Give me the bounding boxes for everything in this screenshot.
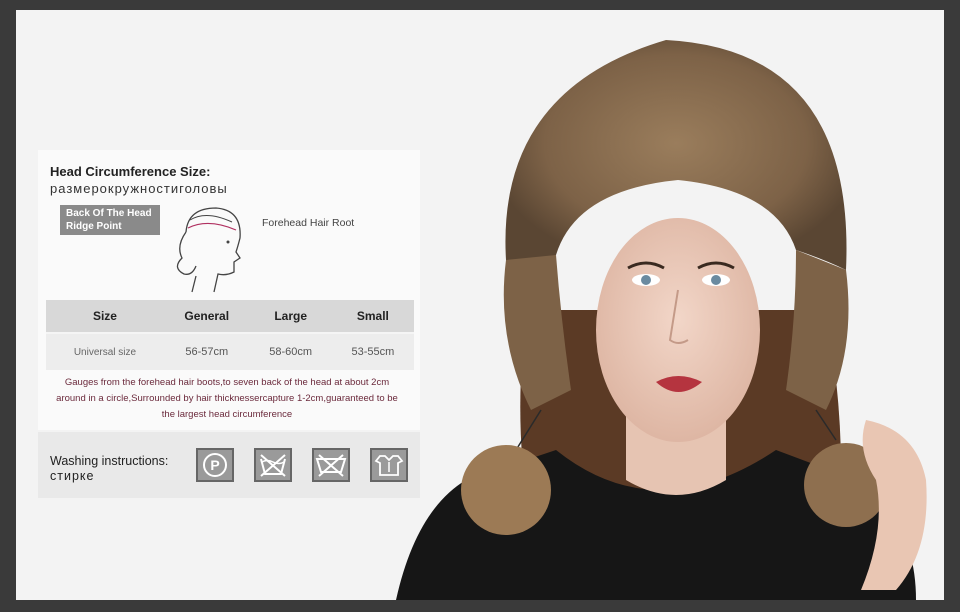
product-image-frame: Head Circumference Size: размерокружност… (16, 10, 944, 600)
do-not-bleach-icon (312, 448, 350, 482)
model-photo (396, 40, 927, 600)
gauge-instructions: Gauges from the forehead hair boots,to s… (56, 377, 398, 420)
back-of-head-label: Back Of The Head Ridge Point (60, 205, 160, 235)
washing-label-ru: стирке (50, 469, 95, 483)
small-col-header: Small (331, 300, 414, 334)
general-cell: 56-57cm (163, 333, 250, 370)
dry-clean-p-icon: P (196, 448, 234, 482)
head-sketch-icon (176, 207, 241, 293)
size-table-header-row: Size General Large Small (46, 300, 414, 334)
size-cell: Universal size (46, 333, 164, 370)
general-col-header: General (163, 300, 250, 334)
table-row: Universal size 56-57cm 58-60cm 53-55cm (46, 333, 414, 370)
tumble-dry-icon (370, 448, 408, 482)
washing-panel: Washing instructions: стирке P (38, 432, 420, 498)
do-not-wash-icon (254, 448, 292, 482)
large-cell: 58-60cm (249, 333, 332, 370)
size-title-ru: размерокружностиголовы (50, 181, 228, 196)
washing-label-en: Washing instructions: (50, 454, 169, 468)
size-title-en: Head Circumference Size: (50, 164, 211, 179)
size-col-header: Size (46, 300, 164, 334)
dry-clean-letter: P (210, 457, 219, 473)
forehead-label: Forehead Hair Root (262, 217, 355, 229)
small-cell: 53-55cm (331, 333, 414, 370)
large-col-header: Large (249, 300, 332, 334)
size-table: Size General Large Small Universal size … (46, 300, 414, 370)
size-guide-panel: Head Circumference Size: размерокружност… (38, 150, 420, 430)
